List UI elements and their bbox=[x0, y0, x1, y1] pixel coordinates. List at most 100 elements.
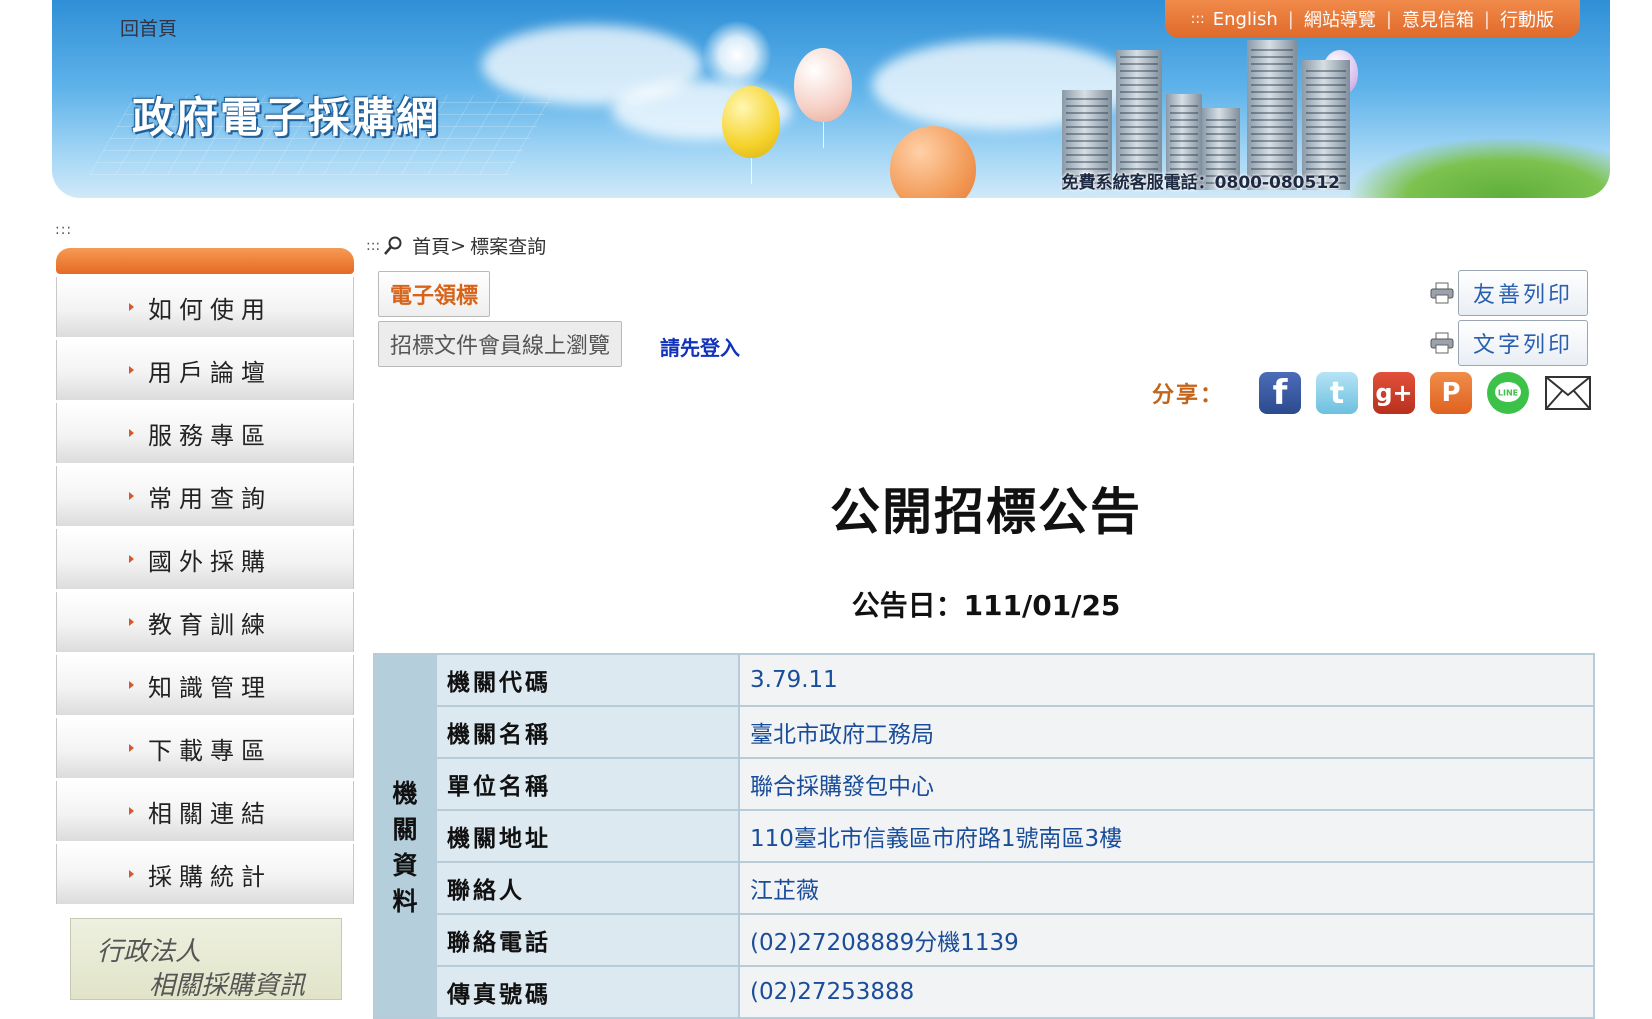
agency-info-table: 機 關 資 料 機關代碼 3.79.11 機關名稱 臺北市政府工務局 單位名稱 … bbox=[373, 653, 1595, 1019]
line-bubble-icon: LINE bbox=[1495, 382, 1521, 402]
table-row: 機 關 資 料 機關代碼 3.79.11 bbox=[373, 653, 1595, 1019]
facebook-icon[interactable]: f bbox=[1259, 372, 1301, 414]
yellow-balloon bbox=[722, 86, 780, 184]
field-label: 傳真號碼 bbox=[435, 965, 740, 1019]
member-browse-button[interactable]: 招標文件會員線上瀏覽 bbox=[378, 321, 623, 367]
breadcrumb-current: 標案查詢 bbox=[470, 236, 547, 258]
google-plus-icon[interactable]: g+ bbox=[1373, 372, 1415, 414]
banner-grass bbox=[1350, 138, 1610, 198]
field-label: 機關地址 bbox=[435, 809, 740, 863]
field-value: 110臺北市信義區市府路1號南區3樓 bbox=[738, 809, 1595, 863]
group-header-char: 機 bbox=[392, 778, 418, 808]
site-title: 政府電子採購網 bbox=[132, 93, 441, 142]
sidebar-item-label: 服務專區 bbox=[148, 421, 272, 450]
sidebar-item-label: 國外採購 bbox=[148, 547, 272, 576]
field-label: 聯絡電話 bbox=[435, 913, 740, 967]
topnav-separator: | bbox=[1287, 8, 1294, 30]
login-link[interactable]: 請先登入 bbox=[660, 332, 740, 361]
share-label: 分享： bbox=[1151, 383, 1224, 408]
bullet-arrow-icon bbox=[129, 744, 134, 752]
bullet-arrow-icon bbox=[129, 303, 134, 311]
line-icon[interactable]: LINE bbox=[1487, 372, 1529, 414]
group-header-char: 料 bbox=[392, 886, 418, 916]
home-link[interactable]: 回首頁 bbox=[120, 14, 177, 41]
magnifier-icon bbox=[384, 236, 402, 255]
legal-box-line1: 行政法人 bbox=[97, 937, 202, 967]
sidebar-item-foreign-procurement[interactable]: 國外採購 bbox=[56, 529, 354, 589]
sidebar-item-knowledge[interactable]: 知識管理 bbox=[56, 655, 354, 715]
sidebar-item-services[interactable]: 服務專區 bbox=[56, 403, 354, 463]
sidebar-menu-cap bbox=[56, 248, 354, 274]
field-label: 單位名稱 bbox=[435, 757, 740, 811]
table-row: 聯絡人 江芷薇 bbox=[374, 861, 1595, 915]
bullet-arrow-icon bbox=[129, 429, 134, 437]
text-print-row: 文字列印 bbox=[1430, 320, 1588, 366]
topnav-feedback[interactable]: 意見信箱 bbox=[1402, 6, 1474, 32]
legal-entity-procurement-banner[interactable]: 行政法人 相關採購資訊 bbox=[70, 918, 342, 1001]
field-label: 聯絡人 bbox=[435, 861, 740, 915]
field-label: 機關名稱 bbox=[435, 705, 740, 759]
banner-sun bbox=[702, 20, 772, 90]
group-header-char: 資 bbox=[392, 850, 418, 880]
sidebar-menu: 如何使用 用戶論壇 服務專區 常用查詢 國外採購 教育訓練 知識管理 下載專區 … bbox=[56, 248, 354, 904]
sidebar-item-common-query[interactable]: 常用查詢 bbox=[56, 466, 354, 526]
table-row: 單位名稱 聯合採購發包中心 bbox=[374, 757, 1595, 811]
legal-box-line2: 相關採購資訊 bbox=[149, 971, 306, 1001]
sidebar-item-how-to-use[interactable]: 如何使用 bbox=[56, 277, 354, 337]
field-value: 臺北市政府工務局 bbox=[738, 705, 1595, 759]
field-value: 江芷薇 bbox=[738, 861, 1595, 915]
publication-date-label: 公告日： bbox=[851, 589, 964, 622]
topnav-english[interactable]: English bbox=[1213, 9, 1278, 30]
sidebar-item-downloads[interactable]: 下載專區 bbox=[56, 718, 354, 778]
mail-icon[interactable] bbox=[1544, 372, 1592, 414]
envelope-icon bbox=[1545, 376, 1591, 410]
table-row: 機關地址 110臺北市信義區市府路1號南區3樓 bbox=[374, 809, 1595, 863]
share-bar: 分享： f t g+ P LINE bbox=[1152, 372, 1592, 414]
friendly-print-row: 友善列印 bbox=[1430, 270, 1588, 316]
bullet-arrow-icon bbox=[129, 555, 134, 563]
table-row: 聯絡電話 (02)27208889分機1139 bbox=[374, 913, 1595, 967]
plurk-icon[interactable]: P bbox=[1430, 372, 1472, 414]
printer-icon bbox=[1430, 282, 1454, 304]
twitter-icon[interactable]: t bbox=[1316, 372, 1358, 414]
topnav-sitemap[interactable]: 網站導覽 bbox=[1304, 6, 1376, 32]
site-banner: 回首頁 政府電子採購網 免費系統客服電話：0800-080512 ::: Eng… bbox=[52, 0, 1610, 198]
pink-balloon bbox=[794, 48, 852, 148]
agency-info-group-header: 機 關 資 料 bbox=[373, 653, 437, 1019]
sidebar-item-label: 相關連結 bbox=[148, 799, 272, 828]
breadcrumb-marker: ::: bbox=[366, 237, 381, 254]
orange-balloon bbox=[890, 126, 976, 198]
field-value: (02)27208889分機1139 bbox=[738, 913, 1595, 967]
svg-text:LINE: LINE bbox=[1498, 389, 1518, 398]
table-row: 傳真號碼 (02)27253888 bbox=[374, 965, 1595, 1019]
friendly-print-button[interactable]: 友善列印 bbox=[1457, 270, 1588, 316]
bullet-arrow-icon bbox=[129, 807, 134, 815]
sidebar-item-user-forum[interactable]: 用戶論壇 bbox=[56, 340, 354, 400]
field-value: 3.79.11 bbox=[738, 653, 1595, 707]
etender-button[interactable]: 電子領標 bbox=[378, 271, 491, 317]
topnav-separator: | bbox=[1385, 8, 1392, 30]
topnav-mobile[interactable]: 行動版 bbox=[1500, 6, 1554, 32]
table-row: 機關名稱 臺北市政府工務局 bbox=[374, 705, 1595, 759]
page-title: 公開招標公告 bbox=[830, 483, 1142, 541]
sidebar-item-links[interactable]: 相關連結 bbox=[56, 781, 354, 841]
printer-icon bbox=[1430, 332, 1454, 354]
publication-date-value: 111/01/25 bbox=[963, 589, 1121, 622]
breadcrumb-home[interactable]: 首頁 bbox=[412, 232, 450, 259]
sidebar-item-statistics[interactable]: 採購統計 bbox=[56, 844, 354, 904]
text-print-button[interactable]: 文字列印 bbox=[1457, 320, 1588, 366]
field-label: 機關代碼 bbox=[435, 653, 740, 707]
topnav-marker: ::: bbox=[1190, 11, 1205, 27]
sidebar-item-label: 教育訓練 bbox=[148, 610, 272, 639]
topnav-separator: | bbox=[1483, 8, 1490, 30]
group-header-char: 關 bbox=[392, 814, 418, 844]
sidebar-accesskey-marker: ::: bbox=[55, 222, 73, 238]
sidebar-item-label: 下載專區 bbox=[148, 736, 272, 765]
sidebar-item-label: 用戶論壇 bbox=[148, 358, 272, 387]
service-hotline: 免費系統客服電話：0800-080512 bbox=[1061, 173, 1340, 193]
sidebar-item-training[interactable]: 教育訓練 bbox=[56, 592, 354, 652]
bullet-arrow-icon bbox=[129, 618, 134, 626]
sidebar-item-label: 常用查詢 bbox=[148, 484, 272, 513]
bullet-arrow-icon bbox=[129, 681, 134, 689]
bullet-arrow-icon bbox=[129, 366, 134, 374]
